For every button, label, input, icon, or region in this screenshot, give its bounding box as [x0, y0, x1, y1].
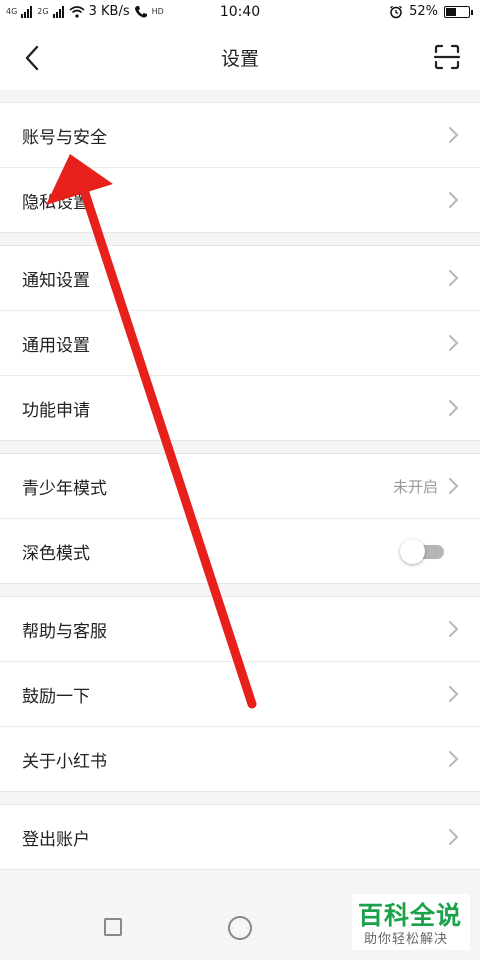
watermark-sub: 助你轻松解决: [364, 932, 449, 947]
scan-icon: [433, 44, 461, 70]
settings-item-label: 关于小红书: [22, 752, 107, 772]
teen-mode-status: 未开启: [392, 478, 438, 496]
settings-item-encourage[interactable]: 鼓励一下: [0, 662, 480, 727]
page-title: 设置: [220, 48, 259, 70]
settings-item-about[interactable]: 关于小红书: [0, 727, 480, 791]
recent-apps-button[interactable]: [104, 918, 122, 936]
settings-item-label: 账号与安全: [22, 128, 107, 148]
settings-item-label: 功能申请: [22, 401, 90, 421]
chevron-right-icon: [449, 621, 459, 637]
scan-button[interactable]: [432, 42, 462, 72]
chevron-right-icon: [449, 192, 459, 208]
status-right: 52%: [389, 4, 473, 19]
toggle-knob: [400, 539, 425, 564]
battery-percent: 52%: [409, 4, 438, 19]
settings-item-help[interactable]: 帮助与客服: [0, 597, 480, 662]
settings-group-logout: 登出账户: [0, 804, 480, 870]
chevron-right-icon: [449, 335, 459, 351]
settings-item-account-security[interactable]: 账号与安全: [0, 103, 480, 168]
battery-fill: [446, 7, 456, 16]
chevron-right-icon: [449, 478, 459, 494]
settings-group-support: 帮助与客服 鼓励一下 关于小红书: [0, 596, 480, 792]
settings-item-label: 帮助与客服: [22, 622, 107, 642]
settings-item-notifications[interactable]: 通知设置: [0, 246, 480, 311]
settings-group-account: 账号与安全 隐私设置: [0, 102, 480, 233]
settings-group-general: 通知设置 通用设置 功能申请: [0, 245, 480, 441]
watermark: 百科全说 助你轻松解决: [352, 894, 470, 950]
settings-item-feature-request[interactable]: 功能申请: [0, 376, 480, 440]
nav-bar: 设置: [0, 26, 480, 90]
watermark-main: 百科全说: [358, 901, 463, 930]
dark-mode-toggle[interactable]: [400, 539, 444, 564]
chevron-right-icon: [449, 127, 459, 143]
settings-item-label: 青少年模式: [22, 479, 107, 499]
chevron-right-icon: [449, 400, 459, 416]
settings-item-label: 鼓励一下: [22, 687, 90, 707]
settings-item-label: 隐私设置: [22, 193, 90, 213]
chevron-right-icon: [449, 270, 459, 286]
settings-item-dark-mode: 深色模式: [0, 519, 480, 583]
status-bar: 4G 2G 3 KB/s HD 10:40 52%: [0, 0, 480, 26]
settings-list: 账号与安全 隐私设置 通知设置 通用设置 功能申请 青少年模式 未开启 深色模式: [0, 102, 480, 882]
settings-item-label: 通知设置: [22, 271, 90, 291]
chevron-right-icon: [449, 686, 459, 702]
settings-item-logout[interactable]: 登出账户: [0, 805, 480, 869]
settings-item-teen-mode[interactable]: 青少年模式 未开启: [0, 454, 480, 519]
chevron-right-icon: [449, 829, 459, 845]
settings-item-privacy[interactable]: 隐私设置: [0, 168, 480, 232]
settings-item-label: 深色模式: [22, 544, 90, 564]
settings-item-label: 登出账户: [22, 830, 90, 850]
alarm-icon: [390, 5, 403, 18]
settings-group-modes: 青少年模式 未开启 深色模式: [0, 453, 480, 584]
home-button[interactable]: [228, 916, 252, 940]
battery-icon: [444, 5, 473, 18]
settings-item-label: 通用设置: [22, 336, 90, 356]
chevron-right-icon: [449, 751, 459, 767]
settings-item-general[interactable]: 通用设置: [0, 311, 480, 376]
